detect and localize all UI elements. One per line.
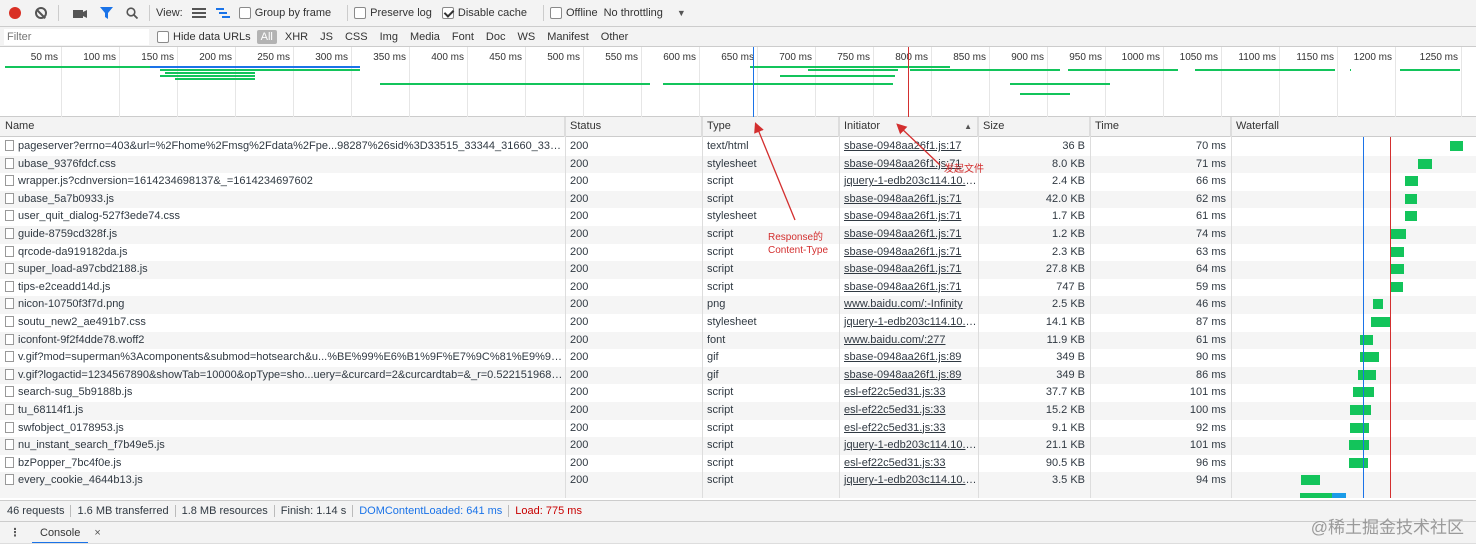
annotation-arrows bbox=[754, 122, 941, 221]
type-annotation-arrow bbox=[754, 122, 796, 221]
initiator-annotation-arrow bbox=[896, 123, 941, 166]
type-annotation-line1: Response的 bbox=[768, 232, 824, 243]
type-annotation-line2: Content-Type bbox=[768, 245, 829, 256]
watermark-text: @稀土掘金技术社区 bbox=[1310, 518, 1464, 537]
initiator-annotation: 发起文件 bbox=[944, 164, 984, 175]
